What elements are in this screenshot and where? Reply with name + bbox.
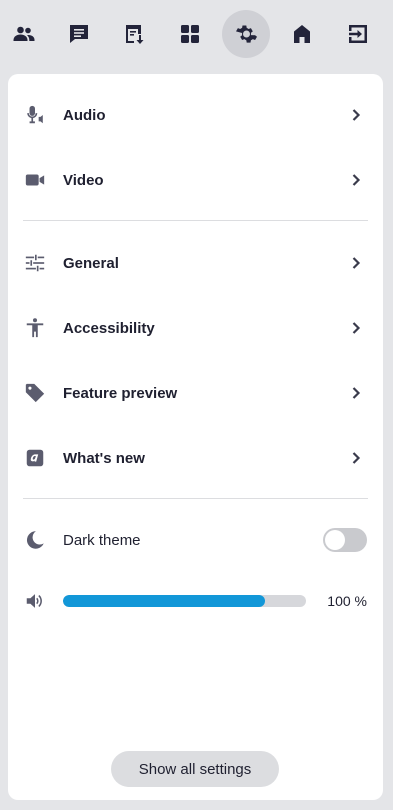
top-toolbar [0, 0, 393, 70]
accessibility-icon [23, 316, 47, 340]
volume-slider[interactable] [63, 595, 306, 607]
people-icon [13, 26, 35, 41]
chat-icon [70, 25, 88, 43]
volume-row: 100 % [8, 575, 383, 627]
leave-icon [349, 25, 367, 43]
moon-icon [23, 528, 47, 552]
menu-item-whats-new[interactable]: What's new [8, 432, 383, 484]
chat-button[interactable] [55, 10, 103, 58]
show-all-settings-button[interactable]: Show all settings [111, 751, 279, 787]
chevron-right-icon [349, 321, 363, 335]
settings-panel: Audio Video General Accessibility Featur… [8, 74, 383, 800]
menu-item-label: Feature preview [63, 384, 178, 402]
whats-new-icon [23, 446, 47, 470]
dark-theme-label: Dark theme [63, 531, 141, 549]
volume-value: 100 % [327, 593, 367, 609]
apps-grid-icon [181, 25, 199, 43]
video-camera-icon [23, 168, 47, 192]
volume-slider-fill [63, 595, 265, 607]
gear-icon [236, 25, 257, 43]
chevron-right-icon [349, 173, 363, 187]
chevron-right-icon [349, 108, 363, 122]
settings-button[interactable] [222, 10, 270, 58]
participants-button[interactable] [0, 10, 48, 58]
toggle-knob [325, 530, 345, 550]
polls-download-icon [126, 25, 144, 44]
menu-item-video[interactable]: Video [8, 154, 383, 206]
menu-item-audio[interactable]: Audio [8, 89, 383, 141]
dark-theme-row: Dark theme [8, 514, 383, 566]
speaker-icon [23, 589, 47, 613]
sliders-icon [23, 251, 47, 275]
dark-theme-toggle[interactable] [323, 528, 367, 552]
menu-item-general[interactable]: General [8, 237, 383, 289]
chevron-right-icon [349, 386, 363, 400]
menu-item-label: What's new [63, 449, 145, 467]
divider [23, 498, 368, 499]
microphone-speaker-icon [23, 103, 47, 127]
leave-button[interactable] [334, 10, 382, 58]
menu-item-feature-preview[interactable]: Feature preview [8, 367, 383, 419]
menu-item-accessibility[interactable]: Accessibility [8, 302, 383, 354]
chevron-right-icon [349, 451, 363, 465]
menu-item-label: Audio [63, 106, 106, 124]
home-button[interactable] [278, 10, 326, 58]
home-icon [294, 25, 310, 43]
menu-item-label: Accessibility [63, 319, 155, 337]
tag-icon [23, 381, 47, 405]
menu-item-label: General [63, 254, 119, 272]
divider [23, 220, 368, 221]
chevron-right-icon [349, 256, 363, 270]
polls-button[interactable] [110, 10, 158, 58]
menu-item-label: Video [63, 171, 104, 189]
apps-button[interactable] [166, 10, 214, 58]
